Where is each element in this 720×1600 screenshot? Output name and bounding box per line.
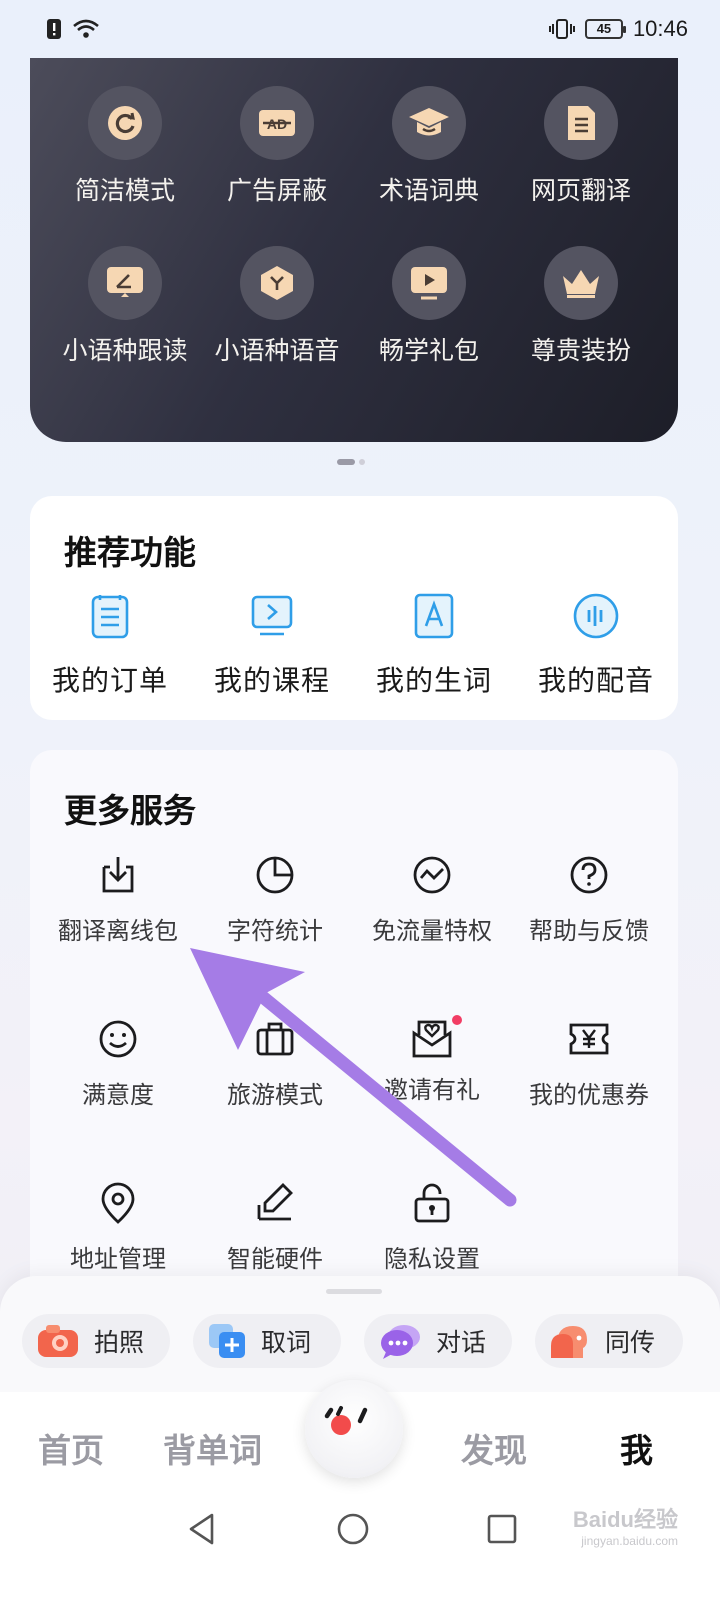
nav-words[interactable]: 背单词	[163, 1424, 262, 1472]
order-list-icon	[91, 595, 129, 639]
smile-icon	[99, 1020, 137, 1058]
sheet-drag-handle[interactable]	[326, 1289, 382, 1294]
photo-translate-button[interactable]: 拍照	[22, 1314, 170, 1368]
course-screen-icon	[251, 595, 293, 636]
char-count-button[interactable]: 字符统计	[205, 853, 345, 949]
page-indicator	[337, 459, 365, 465]
vibrate-icon	[548, 19, 575, 39]
conversation-button[interactable]: 对话	[364, 1314, 512, 1368]
vip-item-study-pack[interactable]: 畅学礼包	[354, 246, 504, 369]
services-title: 更多服务	[64, 792, 196, 829]
word-a-icon	[414, 593, 454, 639]
interpret-head-icon	[551, 1326, 587, 1358]
graduation-cap-icon	[392, 86, 466, 160]
battery-indicator: 45	[584, 19, 626, 39]
smart-pen-icon	[257, 1183, 293, 1221]
document-icon	[544, 86, 618, 160]
offline-package-button[interactable]: 翻译离线包	[48, 853, 188, 949]
notification-dot	[452, 1015, 462, 1025]
free-data-button[interactable]: 免流量特权	[362, 853, 502, 949]
video-play-icon	[392, 246, 466, 320]
refresh-icon	[88, 86, 162, 160]
chat-icon	[381, 1325, 420, 1359]
vip-item-simple-mode[interactable]: 简洁模式	[50, 86, 200, 209]
my-orders-button[interactable]: 我的订单	[30, 592, 190, 699]
crown-icon	[544, 246, 618, 320]
mascot-face-icon	[324, 1406, 368, 1435]
my-courses-button[interactable]: 我的课程	[192, 592, 352, 699]
invite-reward-button[interactable]: 邀请有礼	[362, 1015, 502, 1108]
nav-discover[interactable]: 发现	[461, 1424, 527, 1472]
ad-block-icon: AD	[240, 86, 314, 160]
wifi-icon	[73, 19, 99, 38]
hexagon-voice-icon	[240, 246, 314, 320]
clock: 10:46	[632, 16, 688, 41]
nav-me[interactable]: 我	[620, 1424, 653, 1472]
recommended-title: 推荐功能	[64, 534, 196, 571]
center-mascot-button[interactable]	[305, 1380, 403, 1478]
back-icon[interactable]	[186, 1512, 218, 1546]
simultaneous-interpret-button[interactable]: 同传	[535, 1314, 683, 1368]
pick-word-icon	[209, 1324, 245, 1358]
vip-item-minor-language-read[interactable]: 小语种跟读	[50, 246, 200, 369]
recents-icon[interactable]	[487, 1514, 517, 1544]
vip-item-term-dictionary[interactable]: 术语词典	[354, 86, 504, 209]
download-box-icon	[102, 857, 134, 893]
alert-icon	[47, 19, 61, 39]
my-coupons-button[interactable]: 我的优惠券	[519, 1017, 659, 1113]
coupon-icon	[569, 1023, 609, 1055]
smart-hardware-button[interactable]: 智能硬件	[205, 1181, 345, 1277]
pen-board-icon	[88, 246, 162, 320]
location-pin-icon	[101, 1182, 135, 1224]
help-feedback-button[interactable]: 帮助与反馈	[519, 853, 659, 949]
privacy-settings-button[interactable]: 隐私设置	[362, 1181, 502, 1277]
suitcase-icon	[256, 1022, 294, 1056]
status-bar: 45 10:46	[0, 0, 720, 60]
home-icon[interactable]	[336, 1512, 370, 1546]
question-icon	[570, 856, 608, 894]
vip-item-ad-block[interactable]: AD 广告屏蔽	[202, 86, 352, 209]
my-dubbing-button[interactable]: 我的配音	[516, 592, 676, 699]
my-words-button[interactable]: 我的生词	[354, 592, 514, 699]
camera-icon	[38, 1325, 78, 1357]
vip-item-minor-language-voice[interactable]: 小语种语音	[202, 246, 352, 369]
dubbing-wave-icon	[573, 593, 619, 639]
nav-home[interactable]: 首页	[38, 1424, 104, 1472]
pick-word-button[interactable]: 取词	[193, 1314, 341, 1368]
watermark: Baidu经验 jingyan.baidu.com	[572, 1507, 678, 1548]
travel-mode-button[interactable]: 旅游模式	[205, 1017, 345, 1113]
lock-icon	[414, 1183, 450, 1223]
pie-chart-icon	[256, 856, 294, 894]
invite-heart-icon	[410, 1015, 462, 1061]
satisfaction-button[interactable]: 满意度	[48, 1017, 188, 1113]
vip-item-web-translate[interactable]: 网页翻译	[506, 86, 656, 209]
wave-circle-icon	[413, 856, 451, 894]
vip-item-premium-decor[interactable]: 尊贵装扮	[506, 246, 656, 369]
address-management-button[interactable]: 地址管理	[48, 1181, 188, 1277]
